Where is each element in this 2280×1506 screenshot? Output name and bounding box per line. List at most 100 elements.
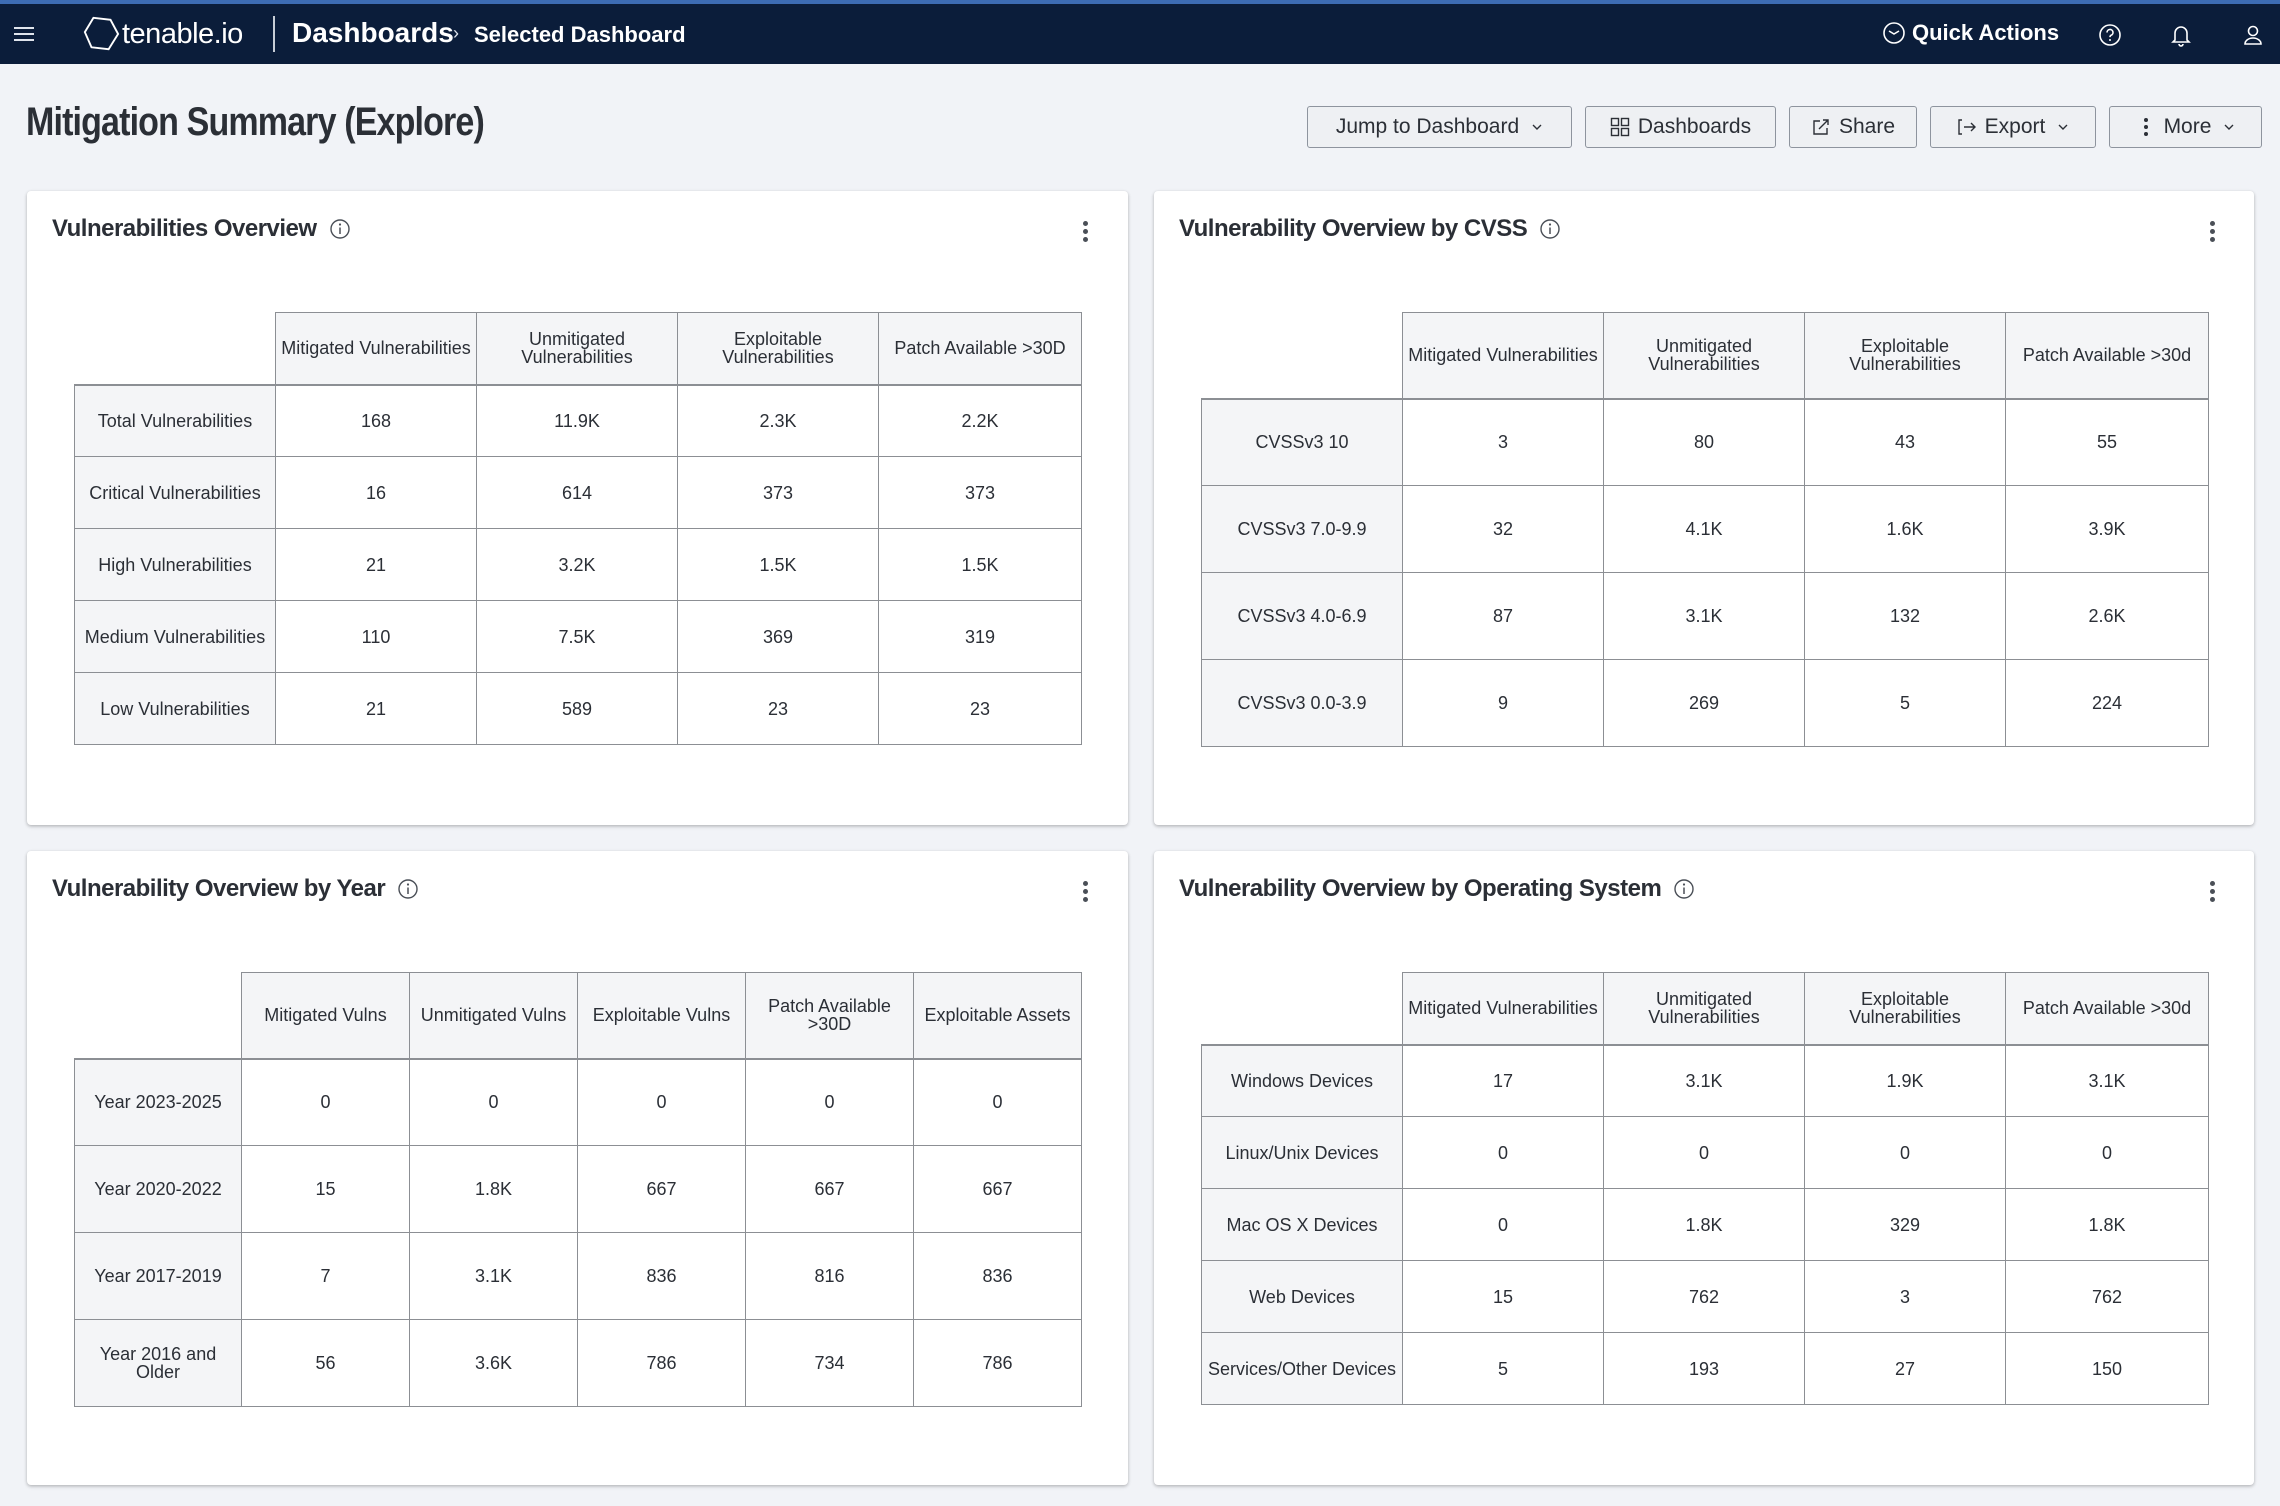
table-cell[interactable]: 762 xyxy=(1603,1260,1805,1333)
more-button[interactable]: More xyxy=(2109,106,2262,148)
table-cell[interactable]: 614 xyxy=(476,456,678,529)
table-cell[interactable]: 1.8K xyxy=(1603,1188,1805,1261)
table-cell[interactable]: 786 xyxy=(577,1319,746,1407)
table-cell[interactable]: 836 xyxy=(913,1232,1082,1320)
tenable-logo[interactable]: tenable.io xyxy=(82,14,243,54)
table-cell[interactable]: 21 xyxy=(275,528,477,601)
table-cell[interactable]: 15 xyxy=(241,1145,410,1233)
table-cell[interactable]: 55 xyxy=(2005,398,2209,486)
table-cell[interactable]: 3.9K xyxy=(2005,485,2209,573)
info-icon[interactable] xyxy=(1539,218,1561,240)
table-cell[interactable]: 373 xyxy=(878,456,1082,529)
table-cell[interactable]: 0 xyxy=(409,1058,578,1146)
table-cell[interactable]: 27 xyxy=(1804,1332,2006,1405)
table-cell[interactable]: 2.6K xyxy=(2005,572,2209,660)
chevron-down-icon xyxy=(2058,124,2068,130)
table-cell[interactable]: 734 xyxy=(745,1319,914,1407)
jump-to-dashboard-button[interactable]: Jump to Dashboard xyxy=(1307,106,1572,148)
table-cell[interactable]: 0 xyxy=(1402,1116,1604,1189)
quick-actions-button[interactable]: Quick Actions xyxy=(1882,20,2059,46)
table-cell[interactable]: 0 xyxy=(1603,1116,1805,1189)
table-cell[interactable]: 0 xyxy=(577,1058,746,1146)
table-cell[interactable]: 786 xyxy=(913,1319,1082,1407)
table-cell[interactable]: 1.9K xyxy=(1804,1044,2006,1117)
table-cell[interactable]: 132 xyxy=(1804,572,2006,660)
table-cell[interactable]: 43 xyxy=(1804,398,2006,486)
user-icon[interactable] xyxy=(2240,22,2266,48)
table-cell[interactable]: 667 xyxy=(577,1145,746,1233)
table-cell[interactable]: 150 xyxy=(2005,1332,2209,1405)
table-cell[interactable]: 369 xyxy=(677,600,879,673)
table-cell[interactable]: 0 xyxy=(913,1058,1082,1146)
table-cell[interactable]: 1.5K xyxy=(677,528,879,601)
share-button[interactable]: Share xyxy=(1789,106,1917,148)
panel-menu-kebab-icon[interactable] xyxy=(2207,881,2217,907)
table-cell[interactable]: 193 xyxy=(1603,1332,1805,1405)
table-cell[interactable]: 80 xyxy=(1603,398,1805,486)
table-cell[interactable]: 5 xyxy=(1804,659,2006,747)
table-cell[interactable]: 110 xyxy=(275,600,477,673)
table-cell[interactable]: 2.3K xyxy=(677,384,879,457)
table-cell[interactable]: 1.8K xyxy=(409,1145,578,1233)
info-icon[interactable] xyxy=(329,218,351,240)
panel-menu-kebab-icon[interactable] xyxy=(1080,881,1090,907)
table-cell[interactable]: 1.5K xyxy=(878,528,1082,601)
table-cell[interactable]: 667 xyxy=(745,1145,914,1233)
export-button[interactable]: Export xyxy=(1930,106,2096,148)
table-cell[interactable]: 3.6K xyxy=(409,1319,578,1407)
table-cell[interactable]: 667 xyxy=(913,1145,1082,1233)
table-cell[interactable]: 32 xyxy=(1402,485,1604,573)
bell-icon[interactable] xyxy=(2168,22,2194,48)
breadcrumb-dashboards[interactable]: Dashboards xyxy=(292,17,454,49)
table-cell[interactable]: 319 xyxy=(878,600,1082,673)
table-cell[interactable]: 224 xyxy=(2005,659,2209,747)
table-cell[interactable]: 836 xyxy=(577,1232,746,1320)
table-cell[interactable]: 3 xyxy=(1804,1260,2006,1333)
table-cell[interactable]: 269 xyxy=(1603,659,1805,747)
panel-menu-kebab-icon[interactable] xyxy=(2207,221,2217,247)
column-header: Unmitigated Vulnerabilities xyxy=(476,312,678,385)
table-cell[interactable]: 23 xyxy=(878,672,1082,745)
table-cell[interactable]: 15 xyxy=(1402,1260,1604,1333)
table-cell[interactable]: 329 xyxy=(1804,1188,2006,1261)
info-icon[interactable] xyxy=(1673,878,1695,900)
table-cell[interactable]: 5 xyxy=(1402,1332,1604,1405)
table-cell[interactable]: 0 xyxy=(1804,1116,2006,1189)
table-cell[interactable]: 23 xyxy=(677,672,879,745)
table-cell[interactable]: 1.8K xyxy=(2005,1188,2209,1261)
table-cell[interactable]: 3 xyxy=(1402,398,1604,486)
table-cell[interactable]: 9 xyxy=(1402,659,1604,747)
table-cell[interactable]: 16 xyxy=(275,456,477,529)
dashboards-button[interactable]: Dashboards xyxy=(1585,106,1776,148)
panel-menu-kebab-icon[interactable] xyxy=(1080,221,1090,247)
table-cell[interactable]: 7 xyxy=(241,1232,410,1320)
table-row: Low Vulnerabilities 21 589 23 23 xyxy=(74,672,1082,745)
table-cell[interactable]: 2.2K xyxy=(878,384,1082,457)
table-cell[interactable]: 0 xyxy=(1402,1188,1604,1261)
table-cell[interactable]: 816 xyxy=(745,1232,914,1320)
table-cell[interactable]: 11.9K xyxy=(476,384,678,457)
table-cell[interactable]: 4.1K xyxy=(1603,485,1805,573)
table-cell[interactable]: 0 xyxy=(241,1058,410,1146)
help-icon[interactable] xyxy=(2097,22,2123,48)
table-cell[interactable]: 373 xyxy=(677,456,879,529)
table-cell[interactable]: 3.2K xyxy=(476,528,678,601)
table-cell[interactable]: 87 xyxy=(1402,572,1604,660)
table-cell[interactable]: 3.1K xyxy=(1603,572,1805,660)
table-cell[interactable]: 0 xyxy=(2005,1116,2209,1189)
table-cell[interactable]: 17 xyxy=(1402,1044,1604,1117)
hamburger-menu-icon[interactable] xyxy=(14,23,38,43)
table-cell[interactable]: 0 xyxy=(745,1058,914,1146)
table-cell[interactable]: 21 xyxy=(275,672,477,745)
table-cell[interactable]: 3.1K xyxy=(1603,1044,1805,1117)
table-cell[interactable]: 1.6K xyxy=(1804,485,2006,573)
table-cell[interactable]: 589 xyxy=(476,672,678,745)
table-cell[interactable]: 168 xyxy=(275,384,477,457)
info-icon[interactable] xyxy=(397,878,419,900)
table-cell[interactable]: 3.1K xyxy=(409,1232,578,1320)
table-cell[interactable]: 7.5K xyxy=(476,600,678,673)
table-cell[interactable]: 3.1K xyxy=(2005,1044,2209,1117)
table-cell[interactable]: 762 xyxy=(2005,1260,2209,1333)
table-cell[interactable]: 56 xyxy=(241,1319,410,1407)
table-row: High Vulnerabilities 21 3.2K 1.5K 1.5K xyxy=(74,528,1082,601)
